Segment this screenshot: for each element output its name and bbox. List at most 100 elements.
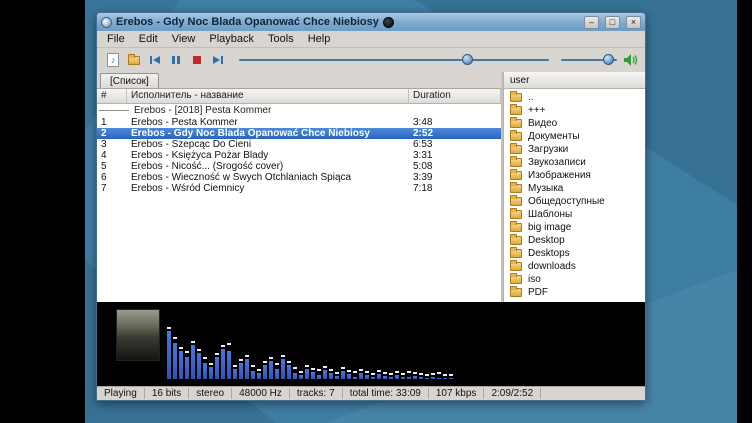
spectrum-bar: [299, 375, 303, 379]
peak-cap: [329, 369, 333, 371]
folder-item[interactable]: Desktop: [504, 234, 645, 247]
peak-cap: [227, 343, 231, 345]
file-browser-path[interactable]: user: [503, 72, 645, 89]
folder-icon: [510, 119, 522, 128]
stop-button[interactable]: [187, 51, 207, 70]
menu-item[interactable]: Playback: [202, 32, 261, 46]
seek-slider-handle[interactable]: [462, 54, 473, 65]
previous-button[interactable]: [145, 51, 165, 70]
spectrum-bar: [341, 371, 345, 379]
spectrum-bar: [239, 363, 243, 379]
visualization-area: [97, 302, 645, 386]
folder-item[interactable]: Документы: [504, 130, 645, 143]
folder-item[interactable]: Музыка: [504, 182, 645, 195]
folder-label: PDF: [528, 287, 548, 298]
close-button[interactable]: ×: [626, 16, 641, 29]
playlist-tab[interactable]: [Список]: [100, 73, 159, 88]
folder-item[interactable]: Изображения: [504, 169, 645, 182]
menu-item[interactable]: View: [165, 32, 203, 46]
seek-track: [239, 59, 549, 61]
spectrum-bar: [335, 376, 339, 379]
next-button[interactable]: [208, 51, 228, 70]
spectrum-bar: [359, 373, 363, 379]
spectrum-bar: [245, 359, 249, 379]
spectrum-bar: [323, 370, 327, 379]
peak-cap: [449, 374, 453, 376]
menu-item[interactable]: Tools: [261, 32, 301, 46]
playlist-tab-bar: [Список]: [97, 72, 501, 89]
track-row[interactable]: 1 Erebos - Pesta Kommer 3:48: [97, 117, 501, 128]
previous-icon: [149, 55, 161, 65]
peak-cap: [317, 369, 321, 371]
track-row[interactable]: 5 Erebos - Nicość... (Srogość cover) 5:0…: [97, 161, 501, 172]
track-title: Erebos - Wieczność w Swych Otchlaniach Ś…: [127, 172, 409, 183]
folder-label: Музыка: [528, 183, 563, 194]
column-title[interactable]: Исполнитель - название: [127, 89, 409, 103]
folder-item[interactable]: big image: [504, 221, 645, 234]
folder-icon: [510, 171, 522, 180]
track-title: Erebos - Księżyca Pożar Blady: [127, 150, 409, 161]
folder-item[interactable]: Звукозаписи: [504, 156, 645, 169]
folder-item[interactable]: iso: [504, 273, 645, 286]
main-area: [Список] # Исполнитель - название Durati…: [97, 72, 645, 302]
track-row[interactable]: 2 Erebos - Gdy Noc Blada Opanować Chce N…: [97, 128, 501, 139]
track-number: 2: [97, 128, 127, 139]
menu-item[interactable]: File: [100, 32, 132, 46]
track-row[interactable]: 7 Erebos - Wśród Ciemnicy 7:18: [97, 183, 501, 194]
peak-cap: [239, 359, 243, 361]
spectrum-bar: [371, 377, 375, 379]
peak-cap: [395, 371, 399, 373]
folder-item[interactable]: Общедоступные: [504, 195, 645, 208]
minimize-button[interactable]: –: [584, 16, 599, 29]
pause-icon: [171, 55, 181, 65]
track-title: Erebos - Pesta Kommer: [127, 117, 409, 128]
peak-cap: [251, 365, 255, 367]
peak-cap: [443, 374, 447, 376]
spectrum-bar: [293, 373, 297, 379]
folder-item[interactable]: Шаблоны: [504, 208, 645, 221]
peak-cap: [383, 372, 387, 374]
spectrum-bar: [329, 373, 333, 379]
track-row[interactable]: 3 Erebos - Szepcąc Do Cieni 6:53: [97, 139, 501, 150]
folder-icon: [510, 223, 522, 232]
column-duration[interactable]: Duration: [409, 89, 501, 103]
file-browser-pane: user .. +++ Видео Документы Загрузки Зву…: [503, 72, 645, 302]
volume-slider[interactable]: [561, 52, 617, 68]
folder-label: Общедоступные: [528, 196, 605, 207]
folder-item[interactable]: downloads: [504, 260, 645, 273]
spectrum-bar: [407, 377, 411, 379]
peak-cap: [413, 372, 417, 374]
track-duration: 5:08: [409, 161, 501, 172]
folder-item[interactable]: Загрузки: [504, 143, 645, 156]
pause-button[interactable]: [166, 51, 186, 70]
peak-cap: [209, 363, 213, 365]
spectrum-bar: [281, 359, 285, 379]
menu-item[interactable]: Edit: [132, 32, 165, 46]
folder-item[interactable]: ..: [504, 91, 645, 104]
playlist-body[interactable]: Erebos - [2018] Pesta Kommer 1 Erebos - …: [97, 104, 501, 302]
toolbar: ♪: [97, 48, 645, 72]
volume-slider-handle[interactable]: [603, 54, 614, 65]
track-title: Erebos - Szepcąc Do Cieni: [127, 139, 409, 150]
peak-cap: [389, 373, 393, 375]
folder-label: Документы: [528, 131, 580, 142]
folder-item[interactable]: +++: [504, 104, 645, 117]
playlist-column-header[interactable]: # Исполнитель - название Duration: [97, 89, 501, 104]
folder-item[interactable]: PDF: [504, 286, 645, 299]
folder-label: +++: [528, 105, 546, 116]
peak-cap: [305, 365, 309, 367]
track-row[interactable]: 4 Erebos - Księżyca Pożar Blady 3:31: [97, 150, 501, 161]
spectrum-bar: [449, 378, 453, 379]
column-number[interactable]: #: [97, 89, 127, 103]
track-row[interactable]: 6 Erebos - Wieczność w Swych Otchlaniach…: [97, 172, 501, 183]
peak-cap: [299, 371, 303, 373]
title-bar[interactable]: Erebos - Gdy Noc Blada Opanować Chce Nie…: [97, 13, 645, 31]
maximize-button[interactable]: □: [605, 16, 620, 29]
folder-item[interactable]: Desktops: [504, 247, 645, 260]
add-folder-button[interactable]: [124, 51, 144, 70]
menu-item[interactable]: Help: [301, 32, 338, 46]
open-file-button[interactable]: ♪: [103, 51, 123, 70]
seek-slider[interactable]: [239, 52, 549, 68]
folder-item[interactable]: Видео: [504, 117, 645, 130]
folder-list[interactable]: .. +++ Видео Документы Загрузки Звукозап…: [503, 89, 645, 302]
